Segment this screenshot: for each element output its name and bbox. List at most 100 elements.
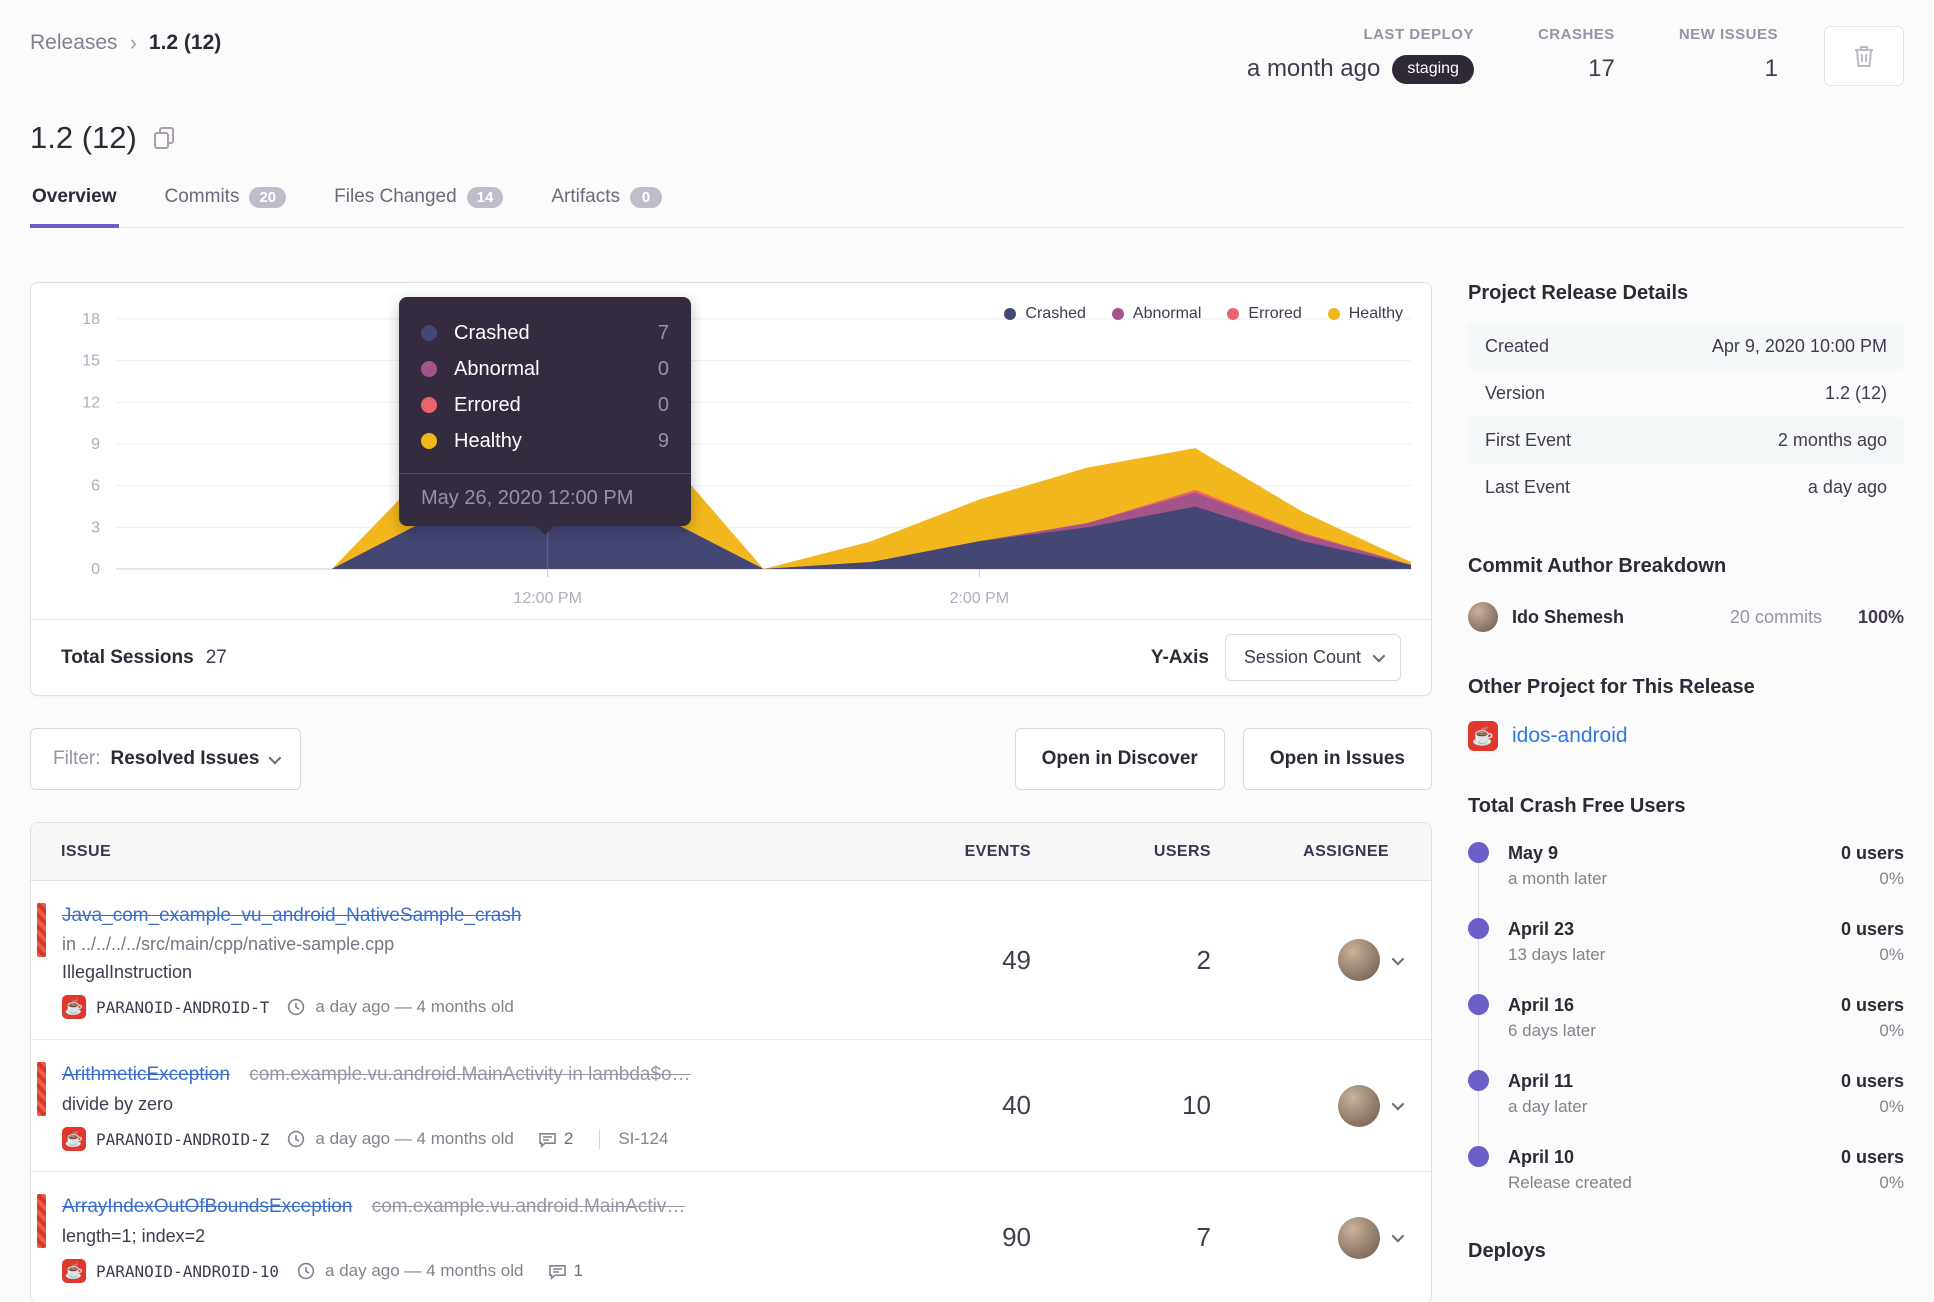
detail-row-first-event: First Event 2 months ago [1468,417,1904,464]
copy-icon[interactable] [153,126,175,150]
total-sessions-value: 27 [205,646,227,668]
comment-bubble-icon [548,1264,566,1280]
commit-author-breakdown-section: Commit Author Breakdown Ido Shemesh 20 co… [1468,555,1904,632]
author-commit-count: 20 commits [1729,606,1822,627]
issue-users-count: 7 [1196,1222,1211,1252]
detail-row-version: Version 1.2 (12) [1468,370,1904,417]
breadcrumb: Releases › 1.2 (12) [30,26,221,56]
legend-item-abnormal[interactable]: Abnormal [1111,305,1201,323]
tooltip-date: May 26, 2020 12:00 PM [399,473,691,526]
tab-count-badge: 14 [466,186,504,208]
comment-bubble-icon [539,1132,556,1148]
yaxis-select[interactable]: Session Count [1224,634,1401,681]
column-header-events: EVENTS [964,842,1031,860]
issue-message: divide by zero [62,1094,174,1114]
issue-row: Java_com_example_vu_android_NativeSample… [31,881,1431,1040]
legend-item-errored[interactable]: Errored [1227,305,1302,323]
crash-free-timeline-item: May 9 a month later 0 users 0% [1468,840,1904,892]
filter-label: Filter: [53,748,101,769]
chart-legend: Crashed Abnormal Errored Healthy [1004,305,1403,323]
detail-row-created: Created Apr 9, 2020 10:00 PM [1468,323,1904,370]
tab-commits[interactable]: Commits 20 [163,186,289,228]
deploys-section: Deploys [1468,1240,1904,1263]
timeline-percent: 0% [1879,869,1904,888]
timeline-users: 0 users [1840,919,1904,939]
timeline-dot-icon [1468,918,1489,939]
detail-value: 2 months ago [1777,430,1887,450]
open-in-issues-button[interactable]: Open in Issues [1242,728,1432,790]
chevron-down-icon[interactable] [1391,1097,1405,1111]
tooltip-row-healthy: Healthy 9 [421,423,669,459]
chevron-down-icon[interactable] [1391,952,1405,965]
project-icon: ☕ [62,995,86,1019]
legend-label: Crashed [1025,305,1086,322]
detail-label: Version [1485,383,1546,403]
section-title: Deploys [1468,1240,1546,1262]
assignee-avatar[interactable] [1338,1216,1380,1259]
project-icon: ☕ [62,1259,86,1283]
timeline-subtext: a month later [1508,869,1608,888]
issue-events-count: 40 [1002,1090,1031,1120]
stat-label: LAST DEPLOY [1363,26,1474,43]
last-deploy-value: a month ago [1246,55,1381,83]
legend-item-crashed[interactable]: Crashed [1004,305,1086,323]
tab-label: Artifacts [551,186,620,207]
detail-value: a day ago [1807,477,1887,497]
project-slug: PARANOID-ANDROID-T [96,997,270,1017]
issue-message: length=1; index=2 [62,1226,206,1246]
sessions-chart[interactable]: 0 3 6 9 12 15 18 12:00 PM 2:00 PM Crashed Abnorma… [31,283,1431,619]
resolved-indicator [37,1194,46,1248]
timeline-dot-icon [1468,1070,1489,1091]
tab-files-changed[interactable]: Files Changed 14 [332,186,505,228]
svg-text:12:00 PM: 12:00 PM [513,590,581,607]
issue-title-link[interactable]: Java_com_example_vu_android_NativeSample… [62,905,521,926]
commit-author-row: Ido Shemesh 20 commits 100% [1468,602,1904,632]
issue-message: IllegalInstruction [62,962,193,982]
page-title: 1.2 (12) [30,120,137,155]
detail-value: 1.2 (12) [1824,383,1887,403]
yaxis-label: Y-Axis [1150,646,1209,668]
top-bar: Releases › 1.2 (12) LAST DEPLOY a month … [30,0,1904,86]
delete-release-button[interactable] [1824,26,1904,86]
issues-filter-dropdown[interactable]: Filter: Resolved Issues [30,728,302,790]
issues-filter-bar: Filter: Resolved Issues Open in Discover… [30,728,1432,790]
author-avatar [1468,602,1498,632]
issue-title-link[interactable]: ArithmeticException [62,1064,230,1085]
section-title: Other Project for This Release [1468,676,1755,698]
ticket-id[interactable]: SI-124 [599,1129,668,1149]
legend-label: Healthy [1348,305,1403,322]
timeline-date: April 16 [1508,995,1575,1015]
assignee-avatar[interactable] [1338,1084,1380,1127]
svg-text:9: 9 [91,436,100,453]
svg-text:2:00 PM: 2:00 PM [950,590,1010,607]
svg-text:18: 18 [82,311,100,328]
project-release-details-section: Project Release Details Created Apr 9, 20… [1468,282,1904,511]
project-slug: PARANOID-ANDROID-10 [96,1261,280,1281]
timeline-subtext: a day later [1508,1097,1588,1116]
tab-label: Files Changed [334,186,457,207]
stat-last-deploy: LAST DEPLOY a month ago staging [1247,26,1474,84]
open-in-discover-button[interactable]: Open in Discover [1014,728,1225,790]
section-title: Project Release Details [1468,282,1689,304]
tab-label: Commits [164,186,240,207]
svg-text:15: 15 [82,353,100,370]
issue-events-count: 49 [1002,944,1031,975]
breadcrumb-separator-icon: › [129,30,137,55]
assignee-avatar[interactable] [1338,939,1380,981]
legend-label: Errored [1248,305,1302,322]
tab-artifacts[interactable]: Artifacts 0 [549,186,664,228]
breadcrumb-releases[interactable]: Releases [30,31,118,55]
resolved-indicator [37,903,46,957]
release-stats: LAST DEPLOY a month ago staging CRASHES … [1183,26,1904,86]
resolved-indicator [37,1062,46,1116]
issue-location: in ../../../../src/main/cpp/native-sampl… [62,934,395,954]
tab-overview[interactable]: Overview [30,186,119,228]
legend-item-healthy[interactable]: Healthy [1327,305,1403,323]
chevron-down-icon[interactable] [1391,1229,1405,1243]
other-project-link[interactable]: idos-android [1512,724,1628,748]
breadcrumb-current: 1.2 (12) [148,31,222,54]
issue-title-link[interactable]: ArrayIndexOutOfBoundsException [62,1196,352,1217]
legend-dot-icon [1004,308,1017,320]
stacked-area-chart[interactable]: 0 3 6 9 12 15 18 12:00 PM 2:00 PM [31,289,1431,619]
issue-age: a day ago — 4 months old [315,1129,514,1148]
